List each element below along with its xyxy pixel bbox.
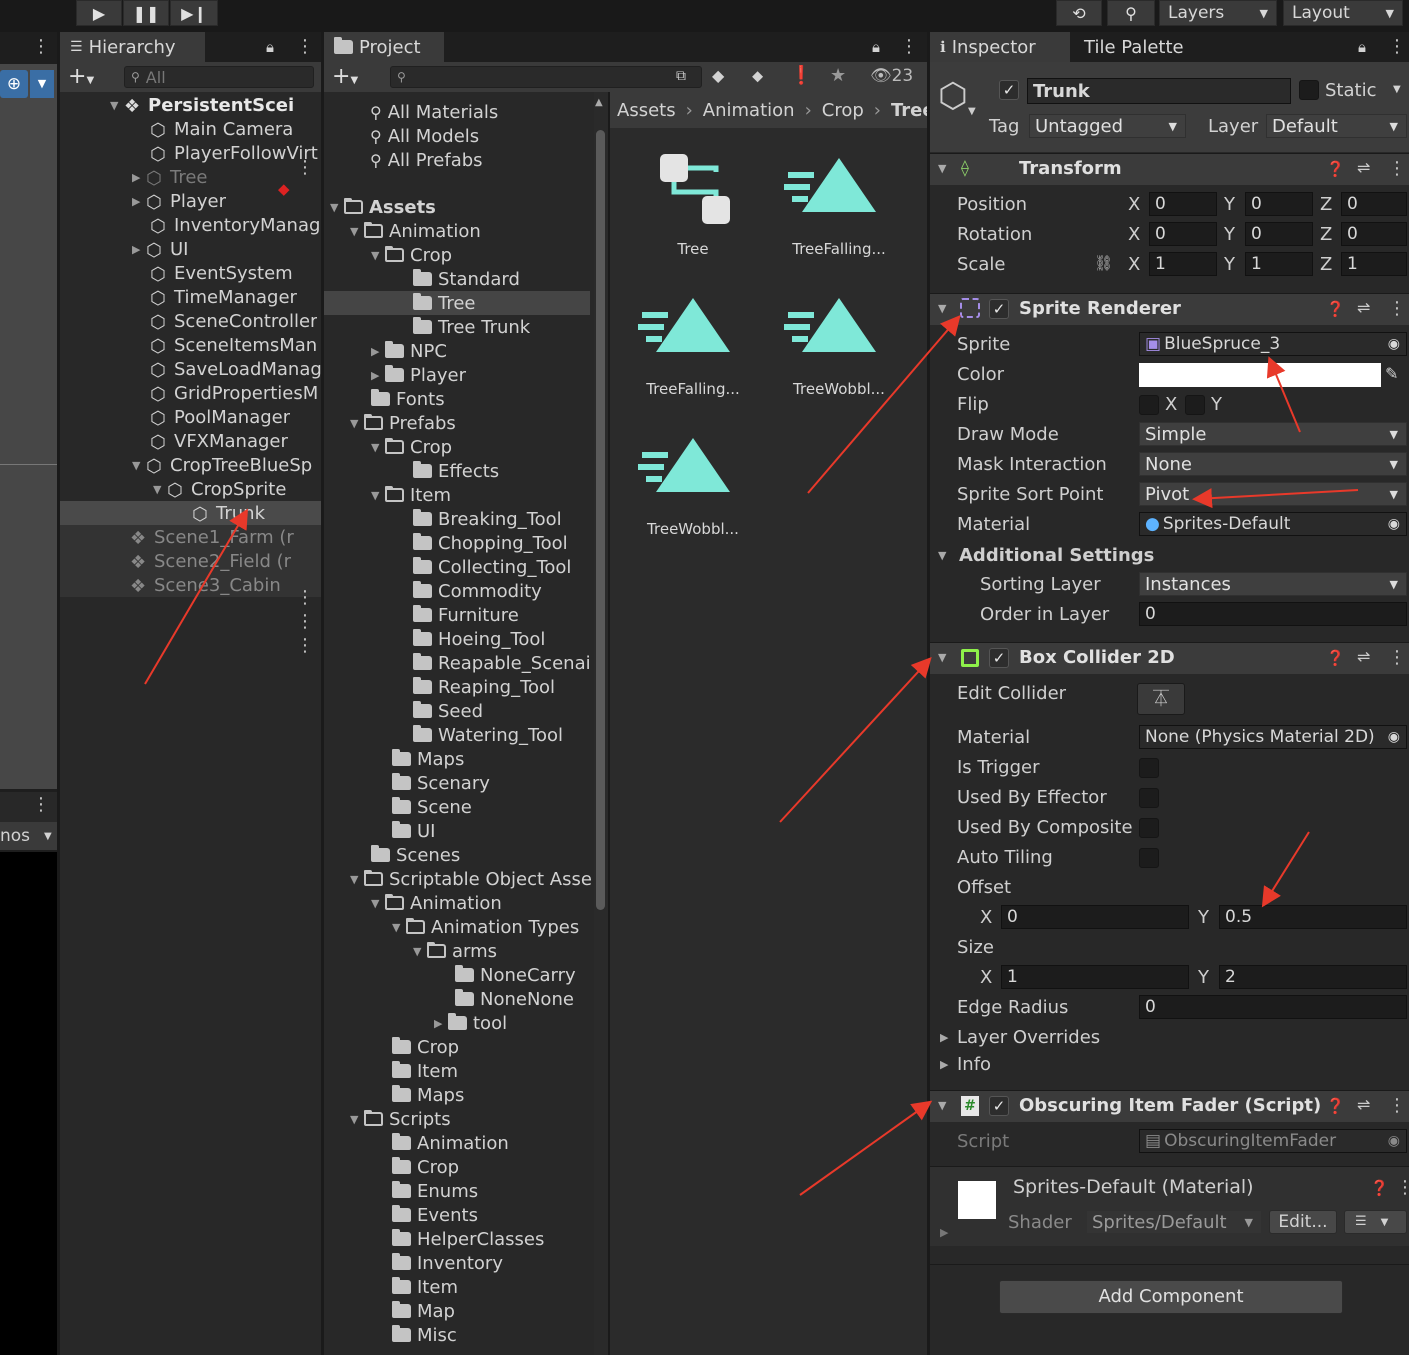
arrow-annotation: [1192, 488, 1359, 509]
arrow-annotation: [1266, 356, 1301, 433]
arrow-annotation: [807, 314, 961, 494]
arrow-annotation: [799, 1100, 933, 1196]
annotation-arrows: [144, 314, 1359, 1196]
arrow-annotation: [779, 657, 932, 823]
arrow-annotation: [144, 508, 249, 685]
arrow-annotation: [1261, 831, 1310, 908]
